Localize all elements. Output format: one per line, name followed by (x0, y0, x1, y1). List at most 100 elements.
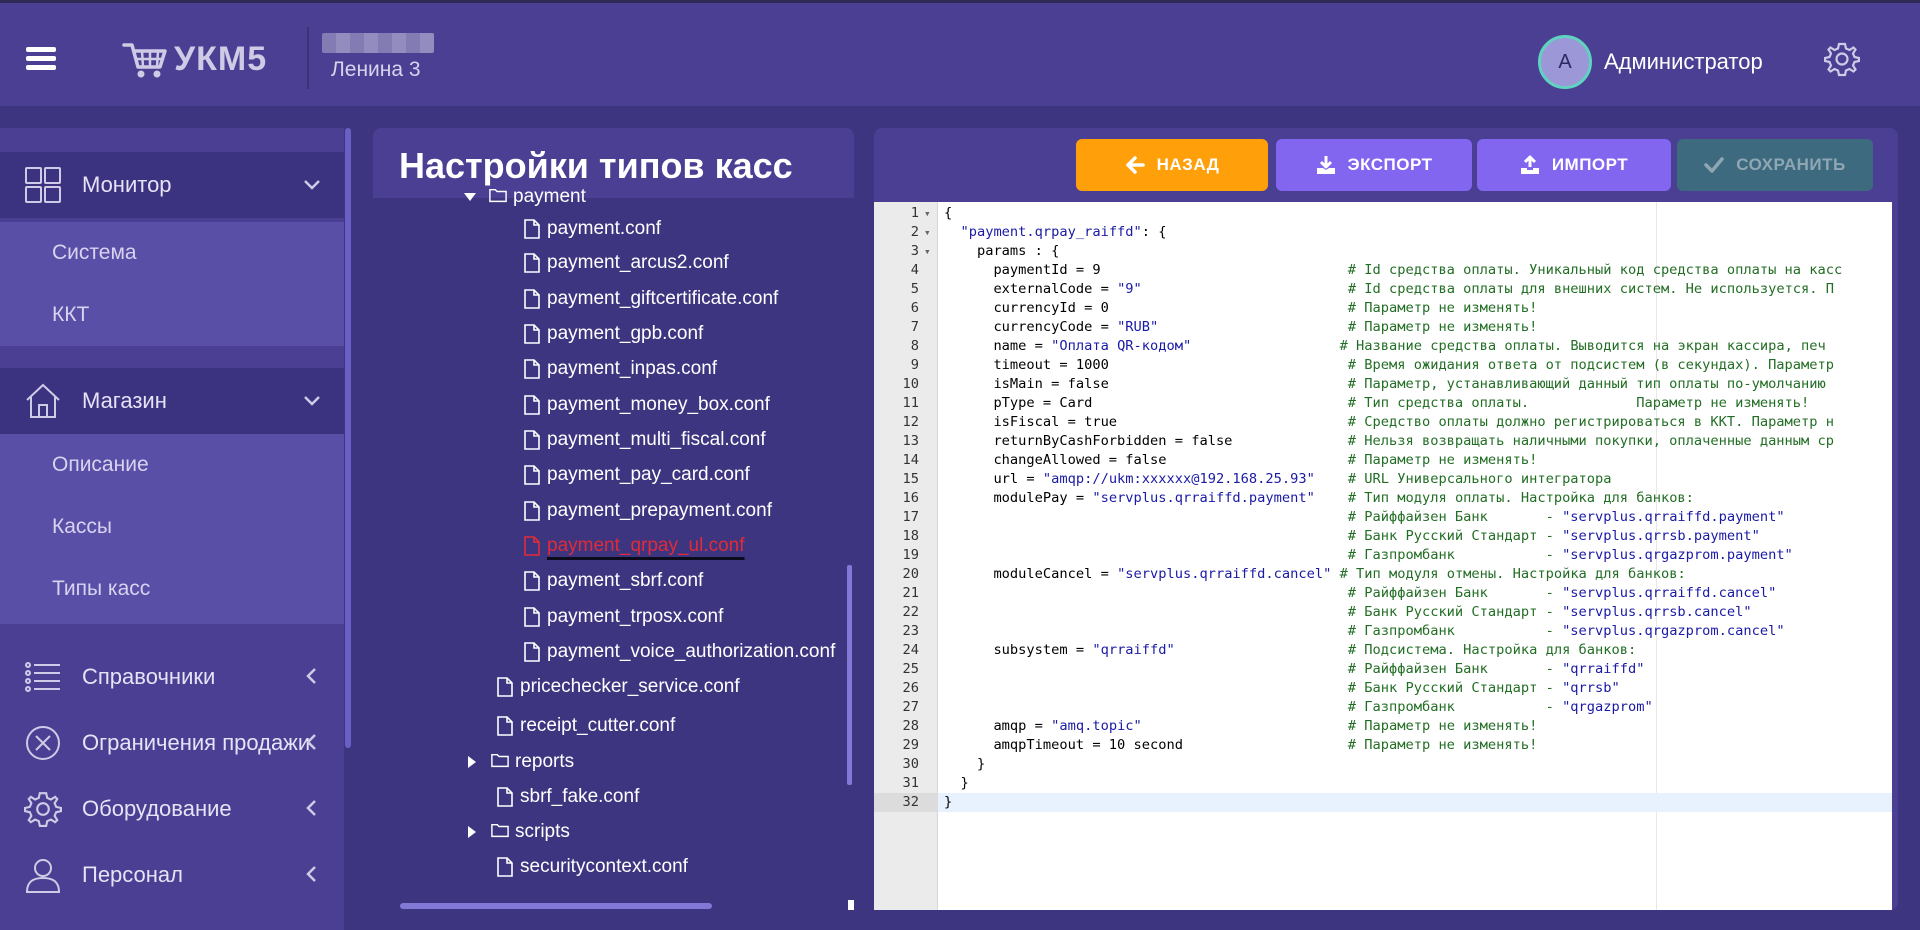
sidebar-sub-system[interactable]: Система (0, 222, 344, 284)
caret-down-icon[interactable] (463, 190, 477, 204)
code-line[interactable]: 23 # Газпромбанк - "servplus.qrgazprom.c… (874, 622, 1892, 641)
tree-folder[interactable]: reports (465, 745, 574, 779)
tree-file[interactable]: payment_qrpay_ul.conf (523, 529, 745, 563)
sidebar-item-monitor[interactable]: Монитор (0, 152, 344, 218)
code-line[interactable]: 2 ▾ "payment.qrpay_raiffd": { (874, 223, 1892, 242)
code-line[interactable]: 5 externalCode = "9" # Id средства оплат… (874, 280, 1892, 299)
code-line[interactable]: 7 currencyCode = "RUB" # Параметр не изм… (874, 318, 1892, 337)
gear-icon[interactable] (1824, 41, 1860, 77)
code-line[interactable]: 19 # Газпромбанк - "servplus.qrgazprom.p… (874, 546, 1892, 565)
tree-file[interactable]: payment_multi_fiscal.conf (523, 423, 766, 457)
code-line[interactable]: 9 timeout = 1000 # Время ожидания ответа… (874, 356, 1892, 375)
code-line[interactable]: 32} (874, 793, 1892, 812)
tree-file[interactable]: payment_arcus2.conf (523, 246, 729, 280)
sidebar-sub-register-types[interactable]: Типы касс (0, 558, 344, 620)
tree-file[interactable]: payment_gpb.conf (523, 317, 703, 351)
line-number: 2 (910, 224, 919, 240)
save-button[interactable]: СОХРАНИТЬ (1677, 139, 1873, 191)
tree-file[interactable]: sbrf_fake.conf (496, 780, 639, 814)
back-button-label: НАЗАД (1156, 155, 1220, 174)
file-tree-horizontal-scrollbar[interactable] (400, 903, 712, 909)
code-line[interactable]: 28 amqp = "amq.topic" # Параметр не изме… (874, 717, 1892, 736)
code-editor[interactable]: 1 ▾ {2 ▾ "payment.qrpay_raiffd": { 3 ▾ params… (874, 202, 1892, 910)
sidebar-item-sale-restrictions[interactable]: Ограничения продажи (0, 710, 344, 776)
line-number: 4 (910, 262, 919, 278)
code-line[interactable]: 8 name = "Оплата QR-кодом" # Название ср… (874, 337, 1892, 356)
import-button[interactable]: ИМПОРТ (1477, 139, 1671, 191)
sidebar-sub-kkt[interactable]: ККТ (0, 284, 344, 346)
code-line[interactable]: 13 returnByCashForbidden = false # Нельз… (874, 432, 1892, 451)
code-lines[interactable]: 1 ▾ {2 ▾ "payment.qrpay_raiffd": { 3 ▾ params… (874, 204, 1892, 812)
tree-folder[interactable]: scripts (465, 815, 570, 849)
code-line[interactable]: 15 url = "amqp://ukm:xxxxxx@192.168.25.9… (874, 470, 1892, 489)
sidebar-item-staff[interactable]: Персонал (0, 842, 344, 908)
caret-right-icon[interactable] (465, 825, 479, 839)
avatar[interactable]: А (1538, 35, 1592, 89)
fold-toggle-icon[interactable]: ▾ (924, 242, 931, 261)
code-line[interactable]: 1 ▾ { (874, 204, 1892, 223)
code-line[interactable]: 10 isMain = false # Параметр, устанавлив… (874, 375, 1892, 394)
line-number: 3 (910, 243, 919, 259)
code-line[interactable]: 12 isFiscal = true # Средство оплаты дол… (874, 413, 1892, 432)
file-tree-vertical-scrollbar[interactable] (847, 565, 852, 785)
code-line[interactable]: 4 paymentId = 9 # Id средства оплаты. Ун… (874, 261, 1892, 280)
code-line[interactable]: 26 # Банк Русский Стандарт - "qrrsb" (874, 679, 1892, 698)
tree-file[interactable]: receipt_cutter.conf (496, 709, 675, 743)
export-button[interactable]: ЭКСПОРТ (1276, 139, 1472, 191)
code-text: } (944, 794, 953, 810)
code-line[interactable]: 24 subsystem = "qrraiffd" # Подсистема. … (874, 641, 1892, 660)
chevron-left-icon (306, 866, 316, 882)
tree-item-label: payment_arcus2.conf (547, 252, 729, 273)
tree-file[interactable]: payment_inpas.conf (523, 352, 717, 386)
code-line[interactable]: 3 ▾ params : { (874, 242, 1892, 261)
store-name[interactable]: Ленина 3 (331, 58, 421, 82)
caret-right-icon[interactable] (465, 755, 479, 769)
tree-file[interactable]: payment_money_box.conf (523, 388, 770, 422)
app-logo[interactable]: УКМ5 (122, 37, 267, 81)
sidebar-sub-cash-registers[interactable]: Кассы (0, 496, 344, 558)
sidebar-item-references[interactable]: Справочники (0, 644, 344, 710)
sidebar-item-equipment[interactable]: Оборудование (0, 776, 344, 842)
code-text: params : { (944, 243, 1060, 259)
tree-folder[interactable]: payment (463, 180, 586, 214)
fold-toggle-icon[interactable]: ▾ (924, 204, 931, 223)
page-title: Настройки типов касс (399, 145, 793, 186)
code-line[interactable]: 27 # Газпромбанк - "qrgazprom" (874, 698, 1892, 717)
tree-item-label: securitycontext.conf (520, 856, 688, 877)
code-line[interactable]: 16 modulePay = "servplus.qrraiffd.paymen… (874, 489, 1892, 508)
code-text: # Газпромбанк - "qrgazprom" (1347, 699, 1653, 715)
code-line[interactable]: 17 # Райффайзен Банк - "servplus.qrraiff… (874, 508, 1892, 527)
sidebar-scrollbar[interactable] (345, 128, 351, 748)
code-line[interactable]: 14 changeAllowed = false # Параметр не и… (874, 451, 1892, 470)
tree-file[interactable]: payment_trposx.conf (523, 600, 723, 634)
sidebar-item-shop[interactable]: Магазин (0, 368, 344, 434)
line-number: 27 (902, 699, 919, 715)
tree-file[interactable]: payment_sbrf.conf (523, 564, 703, 598)
sidebar-sub-description[interactable]: Описание (0, 434, 344, 496)
tree-file[interactable]: payment_giftcertificate.conf (523, 282, 778, 316)
code-line[interactable]: 30 } (874, 755, 1892, 774)
code-line[interactable]: 22 # Банк Русский Стандарт - "servplus.q… (874, 603, 1892, 622)
code-line[interactable]: 11 pType = Card # Тип средства оплаты. П… (874, 394, 1892, 413)
code-line[interactable]: 20 moduleCancel = "servplus.qrraiffd.can… (874, 565, 1892, 584)
menu-burger-icon[interactable] (26, 47, 56, 71)
code-text: # Банк Русский Стандарт - "servplus.qrrs… (1347, 528, 1760, 544)
tree-file[interactable]: payment_voice_authorization.conf (523, 635, 835, 669)
code-text: "payment.qrpay_raiffd": { (960, 224, 1167, 240)
code-line[interactable]: 31 } (874, 774, 1892, 793)
code-line[interactable]: 29 amqpTimeout = 10 second # Параметр не… (874, 736, 1892, 755)
code-line[interactable]: 25 # Райффайзен Банк - "qrraiffd" (874, 660, 1892, 679)
user-name[interactable]: Администратор (1604, 49, 1763, 75)
tree-file[interactable]: pricechecker_service.conf (496, 670, 740, 704)
back-button[interactable]: НАЗАД (1076, 139, 1268, 191)
code-line[interactable]: 6 currencyId = 0 # Параметр не изменять! (874, 299, 1892, 318)
code-line[interactable]: 18 # Банк Русский Стандарт - "servplus.q… (874, 527, 1892, 546)
file-icon (496, 677, 514, 697)
tree-file[interactable]: payment_prepayment.conf (523, 494, 772, 528)
tree-file[interactable]: securitycontext.conf (496, 850, 688, 884)
tree-file[interactable]: payment.conf (523, 212, 661, 246)
tree-file[interactable]: payment_pay_card.conf (523, 458, 750, 492)
code-line[interactable]: 21 # Райффайзен Банк - "servplus.qrraiff… (874, 584, 1892, 603)
tree-item-label: payment_pay_card.conf (547, 464, 750, 485)
fold-toggle-icon[interactable]: ▾ (924, 223, 931, 242)
